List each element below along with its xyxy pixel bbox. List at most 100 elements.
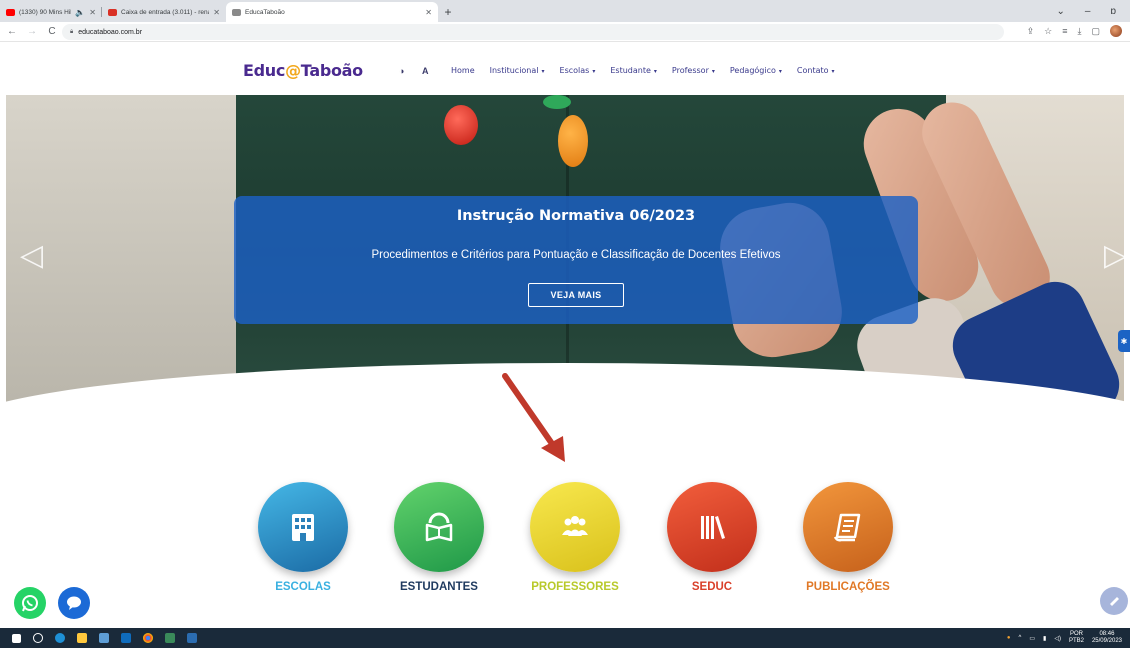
search-icon[interactable]	[33, 633, 43, 643]
word-icon[interactable]	[187, 633, 197, 643]
category-label[interactable]: ESCOLAS	[253, 581, 353, 593]
nav-estudante[interactable]: Estudante ▾	[610, 66, 657, 75]
app-icon[interactable]	[165, 633, 175, 643]
tab-title: (1330) 90 Mins Hillsong Wo	[19, 8, 71, 16]
seduc-circle[interactable]	[667, 482, 757, 572]
browser-tab-gmail[interactable]: Caixa de entrada (3.011) - renat ✕	[102, 2, 226, 22]
download-icon[interactable]: ⤓	[1078, 26, 1082, 37]
slide-caption-box: Instrução Normativa 06/2023 Procedimento…	[234, 196, 918, 324]
windows-taskbar: ● ^ ▭ ▮ ◁) POR PTB2 08:46 25/09/2023	[0, 628, 1130, 648]
library-books-icon	[701, 516, 725, 539]
browser-tab-educataboao[interactable]: EducaTaboão ✕	[226, 2, 438, 22]
url-text: educataboao.com.br	[78, 28, 143, 36]
keyboard-language[interactable]: POR PTB2	[1069, 631, 1084, 645]
nav-home[interactable]: Home	[451, 66, 475, 75]
nav-institucional[interactable]: Institucional ▾	[490, 66, 545, 75]
nav-professor[interactable]: Professor ▾	[672, 66, 715, 75]
whatsapp-icon	[22, 595, 38, 612]
orange-magnet	[558, 115, 588, 167]
speaker-icon[interactable]: 🔈	[75, 8, 85, 17]
category-label[interactable]: PROFESSORES	[525, 581, 625, 593]
whatsapp-button[interactable]	[14, 587, 46, 619]
building-icon	[292, 514, 314, 541]
speaker-icon[interactable]: ◁)	[1054, 635, 1061, 642]
file-explorer-icon[interactable]	[77, 633, 87, 643]
chat-bubble-icon	[67, 596, 81, 610]
chrome-icon[interactable]	[143, 633, 153, 643]
chevron-down-icon: ▾	[711, 68, 715, 75]
group-people-icon	[562, 516, 588, 536]
hero-slider: ◁ ▷ Instrução Normativa 06/2023 Procedim…	[6, 95, 1124, 411]
tab-search-icon[interactable]: ⌄	[1056, 6, 1064, 17]
forward-icon[interactable]: →	[24, 26, 40, 37]
tray-expand-icon[interactable]: ^	[1019, 635, 1022, 641]
nav-pedagogico[interactable]: Pedagógico ▾	[730, 66, 782, 75]
minimize-icon[interactable]: –	[1085, 6, 1091, 17]
close-icon[interactable]: ✕	[213, 8, 220, 17]
category-professores[interactable]: PROFESSORES	[525, 482, 625, 593]
reading-list-icon[interactable]: ≡	[1062, 26, 1067, 36]
new-tab-button[interactable]: +	[438, 2, 458, 22]
slide-title: Instrução Normativa 06/2023	[456, 208, 696, 224]
browser-tab-youtube[interactable]: (1330) 90 Mins Hillsong Wo 🔈 ✕	[0, 2, 102, 22]
youtube-icon	[6, 8, 15, 16]
bookmark-star-icon[interactable]: ☆	[1044, 26, 1052, 37]
profile-avatar[interactable]	[1110, 25, 1122, 37]
edge-icon[interactable]	[55, 633, 65, 643]
windows-start-icon[interactable]	[12, 633, 21, 643]
logo-text-1: Educ	[243, 61, 286, 80]
slider-next-arrow-icon[interactable]: ▷	[1104, 238, 1124, 273]
estudantes-circle[interactable]	[394, 482, 484, 572]
sidepanel-icon[interactable]: ▢	[1091, 26, 1100, 37]
main-nav: Home Institucional ▾ Escolas ▾ Estudante ▾ …	[451, 66, 850, 75]
clock[interactable]: 08:46 25/09/2023	[1092, 631, 1122, 645]
escolas-circle[interactable]	[258, 482, 348, 572]
annotation-arrow-icon	[502, 373, 565, 462]
category-label[interactable]: SEDUC	[662, 581, 762, 593]
share-icon[interactable]: ⇪	[1027, 26, 1035, 37]
back-icon[interactable]: ←	[4, 26, 20, 37]
slider-prev-arrow-icon[interactable]: ◁	[20, 238, 43, 273]
lock-icon[interactable]: 🔒︎	[70, 29, 73, 36]
red-magnet	[444, 105, 478, 145]
accessibility-side-tab[interactable]: ✱	[1118, 330, 1130, 352]
category-publicacoes[interactable]: PUBLICAÇÕES	[798, 482, 898, 593]
green-magnet	[543, 95, 571, 109]
site-logo[interactable]: Educ@Taboão	[243, 61, 363, 80]
microphone-icon[interactable]: ▮	[1043, 635, 1046, 642]
chevron-down-icon: ▾	[831, 68, 835, 75]
network-icon[interactable]: ▭	[1029, 635, 1035, 642]
url-field[interactable]: 🔒︎ educataboao.com.br	[62, 24, 1004, 40]
page: (1330) 90 Mins Hillsong Wo 🔈 ✕ Caixa de …	[0, 0, 1130, 648]
category-seduc[interactable]: SEDUC	[662, 482, 762, 593]
category-estudantes[interactable]: ESTUDANTES	[389, 482, 489, 593]
publicacoes-circle[interactable]	[803, 482, 893, 572]
tab-title: Caixa de entrada (3.011) - renat	[121, 8, 210, 16]
accessibility-button[interactable]	[1100, 587, 1128, 615]
reload-icon[interactable]: C	[44, 26, 60, 37]
document-icon	[833, 513, 861, 542]
professores-circle[interactable]	[530, 482, 620, 572]
contrast-icon[interactable]: ◑	[399, 66, 404, 76]
close-icon[interactable]: ✕	[425, 8, 432, 17]
weather-icon[interactable]: ●	[1007, 635, 1011, 641]
tab-title: EducaTaboão	[245, 8, 285, 16]
category-escolas[interactable]: ESCOLAS	[253, 482, 353, 593]
category-label[interactable]: ESTUDANTES	[389, 581, 489, 593]
chat-button[interactable]	[58, 587, 90, 619]
mail-icon[interactable]	[121, 633, 131, 643]
chevron-down-icon: ▾	[778, 68, 782, 75]
font-size-icon[interactable]: A	[422, 66, 429, 76]
nav-contato[interactable]: Contato ▾	[797, 66, 835, 75]
nav-escolas[interactable]: Escolas ▾	[560, 66, 596, 75]
category-label[interactable]: PUBLICAÇÕES	[798, 581, 898, 593]
logo-text-2: Taboão	[300, 61, 363, 80]
toolbar-icons: ⇪ ☆ ≡ ⤓ ▢	[1027, 25, 1122, 37]
slide-subtitle: Procedimentos e Critérios para Pontuação…	[371, 249, 781, 261]
address-bar: ← → C 🔒︎ educataboao.com.br ⇪ ☆ ≡ ⤓ ▢	[0, 22, 1130, 42]
close-icon[interactable]: ✕	[89, 8, 96, 17]
restore-icon[interactable]: ɒ	[1110, 6, 1116, 17]
veja-mais-button[interactable]: VEJA MAIS	[528, 283, 624, 307]
store-icon[interactable]	[99, 633, 109, 643]
browser-tab-strip: (1330) 90 Mins Hillsong Wo 🔈 ✕ Caixa de …	[0, 0, 1130, 22]
